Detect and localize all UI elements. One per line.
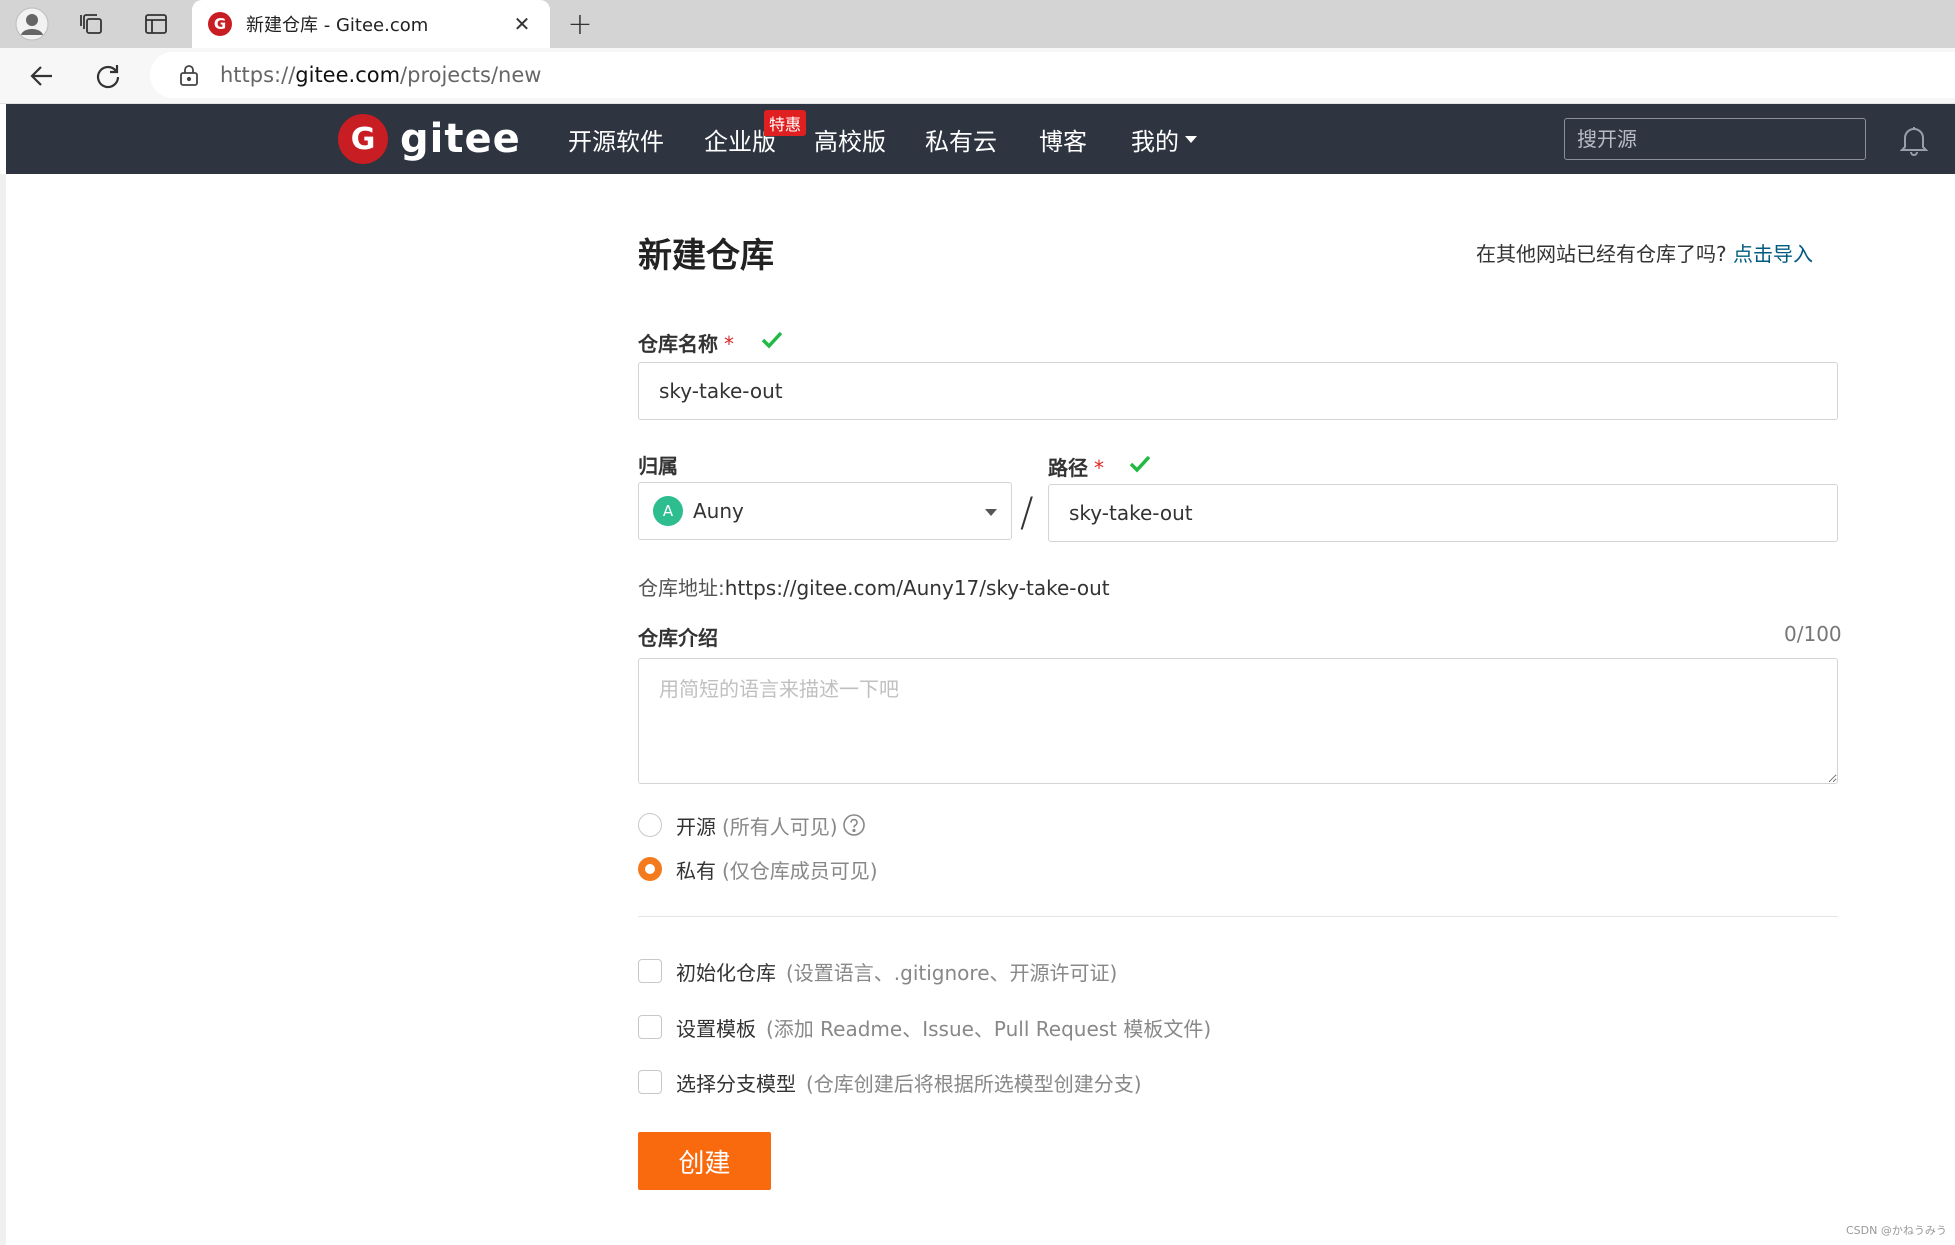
profile-icon[interactable] xyxy=(14,6,50,42)
chevron-down-icon xyxy=(985,509,997,516)
chevron-down-icon xyxy=(1185,135,1197,143)
repo-address-label: 仓库地址: xyxy=(638,576,725,600)
import-link[interactable]: 点击导入 xyxy=(1733,242,1813,266)
gitee-logo[interactable]: G gitee xyxy=(338,114,521,164)
nav-university[interactable]: 高校版 xyxy=(814,104,886,174)
required-mark: * xyxy=(724,332,734,356)
intro-counter: 0/100 xyxy=(1784,622,1842,646)
option-init-repo[interactable]: 初始化仓库 (设置语言、.gitignore、开源许可证) xyxy=(638,956,1117,986)
repo-address-value: https://gitee.com/Auny17/sky-take-out xyxy=(724,576,1110,600)
valid-check-icon xyxy=(1128,452,1152,476)
template-checkbox[interactable] xyxy=(638,1015,662,1039)
branch-model-checkbox[interactable] xyxy=(638,1070,662,1094)
nav-mine-label: 我的 xyxy=(1131,127,1179,156)
nav-private-cloud[interactable]: 私有云 xyxy=(925,104,997,174)
bell-icon[interactable] xyxy=(1899,124,1930,156)
valid-check-icon xyxy=(760,328,784,352)
private-radio[interactable] xyxy=(638,857,662,881)
help-circle-icon[interactable] xyxy=(842,813,866,837)
repo-address: 仓库地址:https://gitee.com/Auny17/sky-take-o… xyxy=(638,572,1110,601)
page-title: 新建仓库 xyxy=(638,236,774,276)
import-prompt-text: 在其他网站已经有仓库了吗? xyxy=(1476,242,1727,266)
intro-textarea[interactable] xyxy=(638,658,1838,784)
watermark: CSDN @かねうみう xyxy=(1846,1224,1947,1237)
owner-select[interactable]: A Auny xyxy=(638,482,1012,540)
back-arrow-icon[interactable] xyxy=(24,58,60,94)
refresh-icon[interactable] xyxy=(90,58,126,94)
tab-title: 新建仓库 - Gitee.com xyxy=(246,15,429,36)
import-prompt: 在其他网站已经有仓库了吗? 点击导入 xyxy=(1476,238,1813,267)
path-input[interactable] xyxy=(1048,484,1838,542)
new-tab-button[interactable]: + xyxy=(562,6,598,42)
visibility-private[interactable]: 私有 (仅仓库成员可见) xyxy=(638,854,878,884)
path-separator: / xyxy=(1020,490,1034,536)
init-repo-hint: (设置语言、.gitignore、开源许可证) xyxy=(786,960,1118,985)
init-repo-label: 初始化仓库 xyxy=(676,960,776,985)
enterprise-promo-badge: 特惠 xyxy=(764,110,807,136)
repo-name-input[interactable] xyxy=(638,362,1838,420)
gitee-favicon-icon: G xyxy=(208,12,232,36)
repo-name-label: 仓库名称 * xyxy=(638,332,734,356)
header-search-input[interactable] xyxy=(1564,118,1866,160)
public-hint: (所有人可见) xyxy=(722,814,838,839)
option-template[interactable]: 设置模板 (添加 Readme、Issue、Pull Request 模板文件) xyxy=(638,1012,1211,1042)
branch-model-hint: (仓库创建后将根据所选模型创建分支) xyxy=(806,1071,1142,1096)
private-hint: (仅仓库成员可见) xyxy=(722,858,878,883)
close-icon[interactable]: ✕ xyxy=(510,12,534,36)
owner-value: Auny xyxy=(693,499,744,523)
intro-label: 仓库介绍 xyxy=(638,626,718,650)
path-label: 路径 * xyxy=(1048,456,1104,480)
required-mark: * xyxy=(1094,456,1104,480)
private-label: 私有 xyxy=(676,858,716,883)
lock-icon[interactable] xyxy=(178,64,200,86)
init-repo-checkbox[interactable] xyxy=(638,959,662,983)
branch-model-label: 选择分支模型 xyxy=(676,1071,796,1096)
public-radio[interactable] xyxy=(638,813,662,837)
section-divider xyxy=(638,916,1838,917)
nav-blog[interactable]: 博客 xyxy=(1039,104,1087,174)
template-label: 设置模板 xyxy=(676,1016,756,1041)
left-edge xyxy=(0,174,6,1245)
owner-label: 归属 xyxy=(638,454,678,478)
option-branch-model[interactable]: 选择分支模型 (仓库创建后将根据所选模型创建分支) xyxy=(638,1067,1142,1097)
url-text: https://gitee.com/projects/new xyxy=(220,63,542,87)
url-field[interactable]: https://gitee.com/projects/new xyxy=(150,52,1955,98)
nav-mine[interactable]: 我的 xyxy=(1131,104,1197,174)
active-tab[interactable]: G 新建仓库 - Gitee.com ✕ xyxy=(192,0,550,48)
tab-actions-icon[interactable] xyxy=(138,6,174,42)
browser-tab-bar: G 新建仓库 - Gitee.com ✕ + xyxy=(0,0,1955,48)
visibility-public[interactable]: 开源 (所有人可见) xyxy=(638,810,866,840)
nav-open-source[interactable]: 开源软件 xyxy=(568,104,664,174)
create-button[interactable]: 创建 xyxy=(638,1132,771,1190)
gitee-logo-icon: G xyxy=(338,114,388,164)
collections-icon[interactable] xyxy=(74,6,110,42)
avatar: A xyxy=(653,496,683,526)
template-hint: (添加 Readme、Issue、Pull Request 模板文件) xyxy=(766,1016,1212,1041)
address-bar: https://gitee.com/projects/new xyxy=(0,48,1955,104)
public-label: 开源 xyxy=(676,814,716,839)
site-header: G gitee 开源软件 企业版 特惠 高校版 私有云 博客 我的 xyxy=(6,104,1955,174)
gitee-logo-text: gitee xyxy=(400,116,521,162)
